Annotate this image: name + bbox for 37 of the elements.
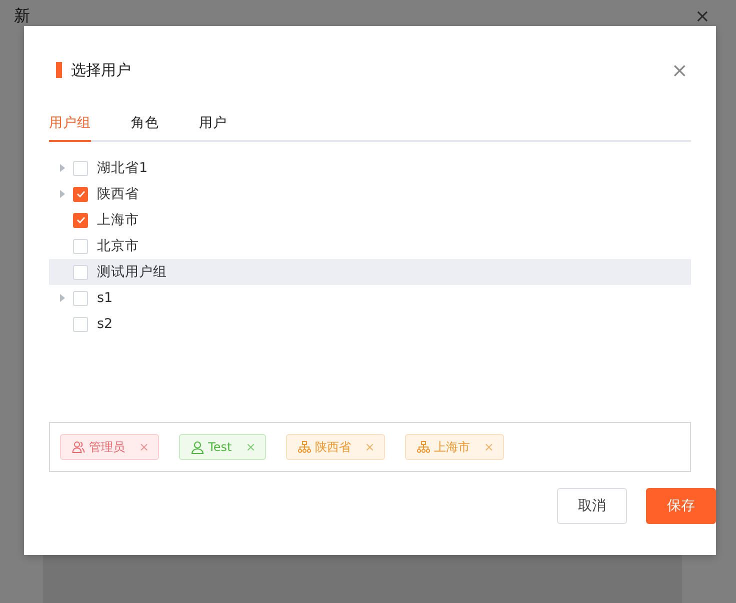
tag: 管理员 × xyxy=(60,434,160,460)
dialog-title: 选择用户 xyxy=(71,60,132,80)
tag: 陕西省 × xyxy=(286,434,385,460)
caret-icon[interactable] xyxy=(60,164,64,172)
check-icon xyxy=(76,190,86,198)
tree-item-label[interactable]: 上海市 xyxy=(97,211,139,229)
checkbox[interactable] xyxy=(73,186,88,202)
tree-item-label[interactable]: s2 xyxy=(97,316,113,332)
close-button[interactable]: × xyxy=(671,60,688,80)
tree-row[interactable]: s1 xyxy=(49,285,691,311)
checkbox[interactable] xyxy=(73,212,88,228)
tree-row[interactable]: 湖北省1 xyxy=(49,155,691,181)
tree-row[interactable]: s2 xyxy=(49,311,691,337)
hierarchy-icon xyxy=(298,441,311,453)
hierarchy-icon xyxy=(416,441,430,453)
tree-row[interactable]: 测试用户组 xyxy=(49,259,691,285)
tab[interactable]: 角色 xyxy=(131,109,159,142)
tab[interactable]: 用户 xyxy=(199,109,227,142)
tree-item-label[interactable]: 测试用户组 xyxy=(97,263,167,281)
tree-row[interactable]: 上海市 xyxy=(49,207,691,233)
caret-icon[interactable] xyxy=(60,190,64,198)
check-icon xyxy=(76,216,86,224)
caret-icon[interactable] xyxy=(60,294,64,302)
users-icon xyxy=(72,441,85,453)
window-title: 新 xyxy=(14,6,30,27)
title-accent-icon xyxy=(56,62,62,78)
tree-item-label[interactable]: 湖北省1 xyxy=(97,159,148,177)
user-icon xyxy=(191,440,204,454)
tree-item-label[interactable]: 陕西省 xyxy=(97,185,139,203)
close-button[interactable]: × xyxy=(694,6,710,27)
tree-item-label[interactable]: s1 xyxy=(97,290,113,306)
tree-item-label[interactable]: 北京市 xyxy=(97,237,139,255)
tree-row[interactable]: 北京市 xyxy=(49,233,691,259)
tree-row[interactable]: 陕西省 xyxy=(49,181,691,207)
cancel-button[interactable]: 取消 xyxy=(557,488,627,524)
tag: Test × xyxy=(179,434,266,460)
tag: 上海市 × xyxy=(404,434,504,460)
